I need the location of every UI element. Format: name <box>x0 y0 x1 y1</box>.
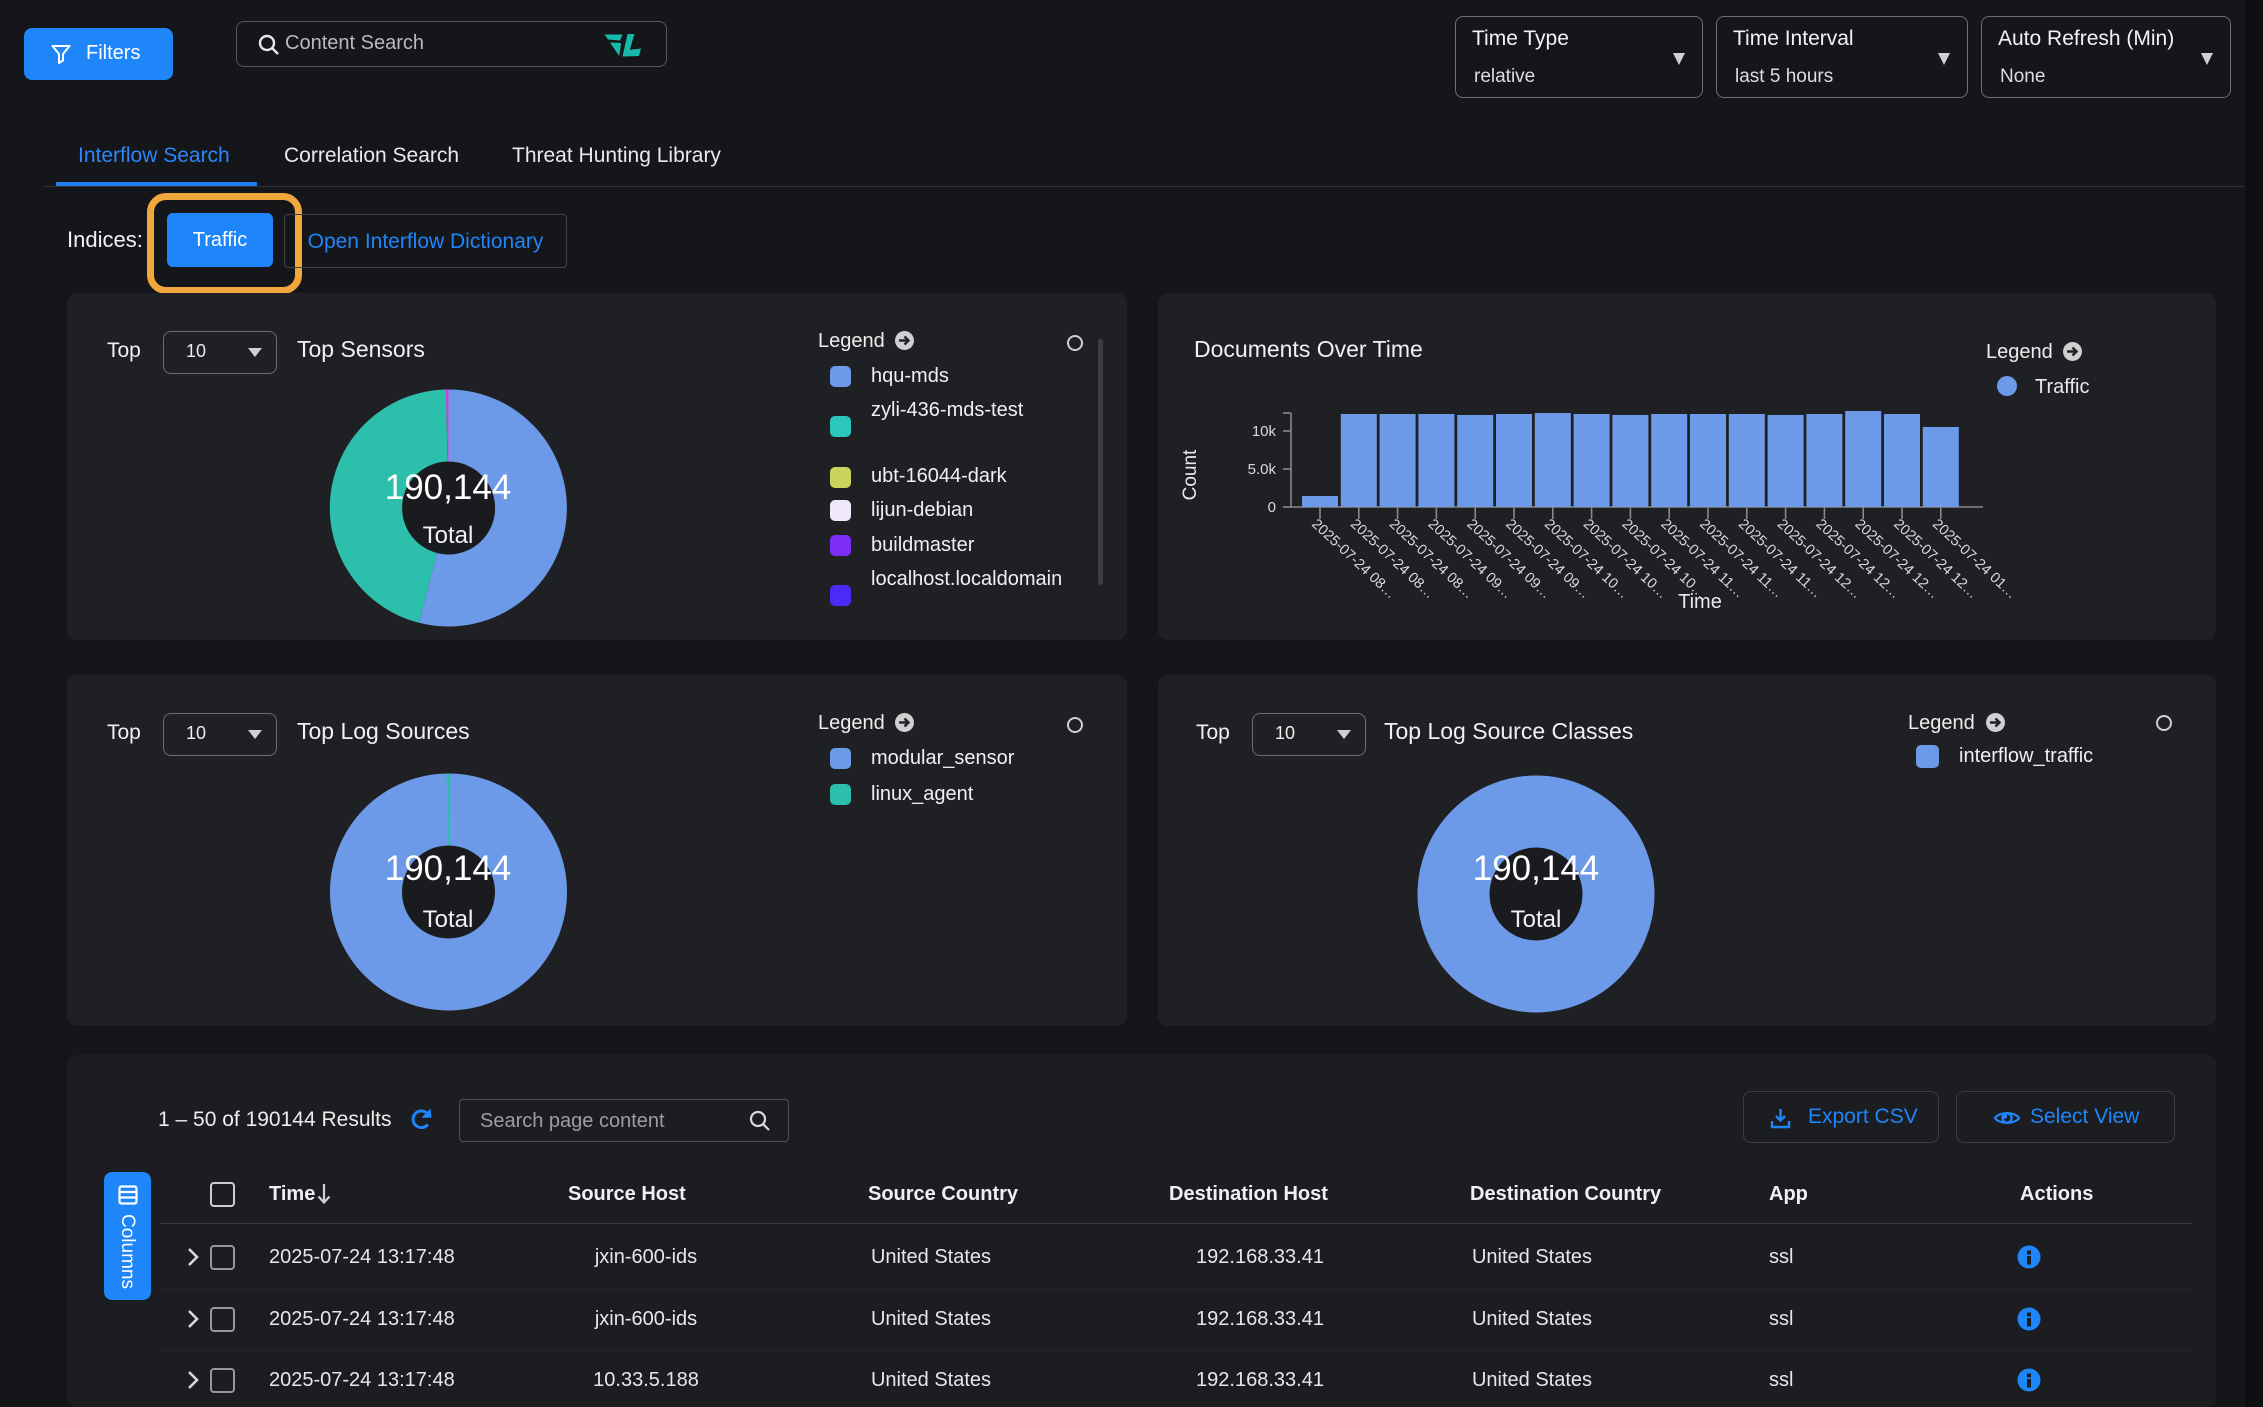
svg-text:0: 0 <box>1268 499 1276 516</box>
svg-text:5.0k: 5.0k <box>1248 461 1277 478</box>
svg-text:10k: 10k <box>1252 423 1277 440</box>
svg-text:Count: Count <box>1180 449 1201 500</box>
